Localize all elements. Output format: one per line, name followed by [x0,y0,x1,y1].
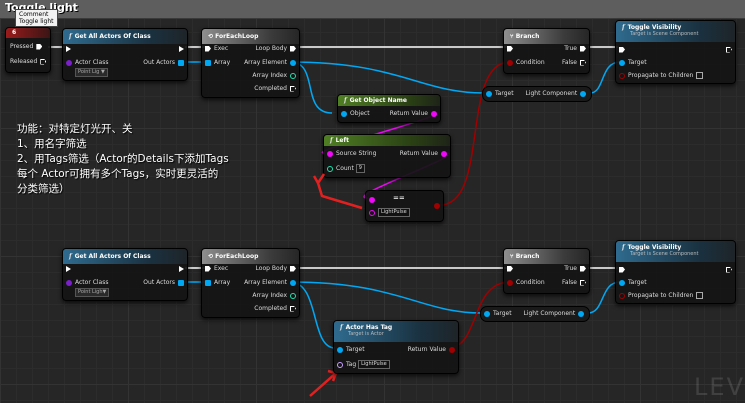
actor-class-dropdown[interactable]: Point Ligh▼ [75,288,110,297]
propagate-pin[interactable] [619,292,625,299]
exec-in-pin[interactable] [66,265,71,272]
array-index-label: Array Index [252,292,287,299]
function-icon: f [340,324,343,331]
node-title: Get All Actors Of Class [74,253,151,260]
arrow-icon [312,173,326,186]
arrow-icon [309,372,337,397]
tag-input[interactable]: LightPulse [358,360,390,369]
get-all-actors-node[interactable]: f Get All Actors Of Class Actor Class Poi… [62,248,188,301]
target-pin[interactable] [337,346,343,353]
branch-node[interactable]: ⑂ Branch Condition True False [503,248,590,294]
propagate-checkbox[interactable] [696,292,704,299]
arrow-icon [316,182,363,210]
function-icon: f [622,244,625,251]
return-label: Return Value [407,346,446,353]
target-pin[interactable] [484,310,490,317]
exec-in-pin[interactable] [205,265,211,272]
target-label: Target [346,346,365,353]
array-label: Array [214,279,231,286]
array-element-pin[interactable] [290,279,296,286]
node-title: Actor Has Tag [345,324,393,331]
true-pin[interactable] [580,265,586,272]
actor-class-label: Actor Class [75,279,109,286]
exec-in-pin[interactable] [507,265,513,272]
toggle-visibility-node[interactable]: f Toggle Visibility Target is Scene Compon… [615,240,736,304]
return-pin[interactable] [449,346,455,353]
foreach-loop-node[interactable]: ⟲ ForEachLoop Exec Array Loop Body Array… [201,248,300,318]
array-index-pin[interactable] [290,292,296,299]
exec-in-pin[interactable] [619,266,625,273]
out-actors-label: Out Actors [143,279,175,286]
out-actors-pin[interactable] [178,279,184,286]
node-title: Toggle Visibility [627,244,682,251]
node-subtitle: Target is Actor [348,331,384,337]
light-component-getter[interactable]: Target Light Component [480,306,590,322]
condition-pin[interactable] [507,279,513,286]
exec-out-pin[interactable] [726,266,732,273]
node-title: ForEachLoop [215,253,259,260]
target-label: Target [493,310,512,317]
light-component-label: Light Component [523,310,576,317]
tag-pin[interactable] [337,361,343,368]
completed-label: Completed [254,305,287,312]
loop-body-label: Loop Body [255,265,287,272]
node-title: Branch [515,253,540,260]
propagate-label: Propagate to Children [628,292,694,299]
target-label: Target [628,279,647,286]
node-subtitle: Target is Scene Component [630,251,699,257]
class-pin[interactable] [66,279,72,286]
condition-label: Condition [516,279,545,286]
true-label: True [564,265,577,272]
loop-body-pin[interactable] [290,265,296,272]
array-element-label: Array Element [244,279,287,286]
light-component-pin[interactable] [578,310,585,317]
exec-out-pin[interactable] [179,265,184,272]
array-pin[interactable] [205,279,211,286]
target-pin[interactable] [619,279,625,286]
false-label: False [561,279,577,286]
exec-label: Exec [214,265,229,272]
completed-pin[interactable] [290,305,296,312]
false-pin[interactable] [580,279,586,286]
function-icon: f [69,253,72,260]
tag-label: Tag [346,361,357,368]
actor-has-tag-node[interactable]: f Actor Has Tag Target is Actor Target Ret… [333,320,459,374]
watermark: LEV [694,373,745,401]
